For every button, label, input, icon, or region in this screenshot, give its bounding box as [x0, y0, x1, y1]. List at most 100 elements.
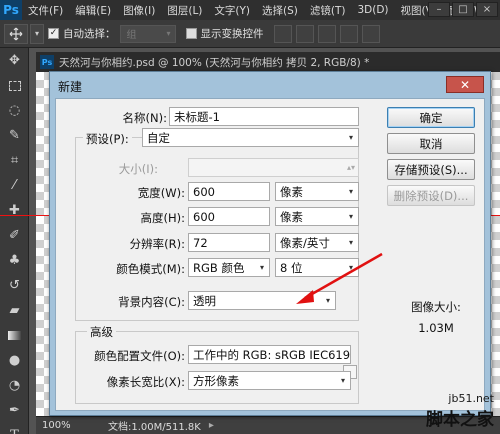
- lasso-tool-icon[interactable]: ◌: [0, 98, 29, 123]
- image-size-label: 图像大小:: [411, 300, 461, 314]
- move-tool-icon[interactable]: ✥: [0, 48, 29, 73]
- blur-tool-icon[interactable]: ●: [0, 348, 29, 373]
- save-preset-button[interactable]: 存储预设(S)...: [387, 159, 475, 180]
- menu-layer[interactable]: 图层(L): [161, 3, 208, 18]
- auto-select-target-value: 组: [126, 30, 137, 41]
- delete-preset-button[interactable]: 删除预设(D)...: [387, 185, 475, 206]
- gradient-tool-icon[interactable]: [0, 323, 29, 348]
- width-input[interactable]: 600: [188, 182, 270, 201]
- background-contents-label: 背景内容(C):: [118, 295, 185, 309]
- advanced-groupbox: [75, 331, 359, 404]
- color-mode-value: RGB 颜色: [193, 260, 245, 275]
- width-unit-dropdown[interactable]: 像素 ▾: [275, 182, 359, 201]
- auto-select-checkbox[interactable]: ✓: [48, 28, 59, 39]
- resolution-input[interactable]: 72: [188, 233, 270, 252]
- color-profile-label: 颜色配置文件(O):: [94, 349, 185, 363]
- menu-bar: Ps 文件(F) 编辑(E) 图像(I) 图层(L) 文字(Y) 选择(S) 滤…: [0, 0, 500, 20]
- new-document-dialog: 新建 ✕ 名称(N): 未标题-1 预设(P): 自定 ▾ 大小(I): ▴▾ …: [49, 71, 491, 416]
- dodge-tool-icon[interactable]: ◔: [0, 373, 29, 398]
- watermark-name: 脚本之家: [426, 410, 494, 430]
- height-unit-dropdown[interactable]: 像素 ▾: [275, 207, 359, 226]
- tool-panel: ✥ ◌ ✎ ⌗ ⁄ ✚ ✐ ♣ ↺ ▰ ● ◔ ✒ T: [0, 48, 29, 434]
- resolution-unit-value: 像素/英寸: [280, 235, 330, 250]
- align-left-icon[interactable]: [339, 24, 358, 43]
- color-profile-dropdown[interactable]: 工作中的 RGB: sRGB IEC619... ▾: [188, 345, 351, 364]
- type-tool-icon[interactable]: T: [0, 423, 29, 434]
- size-dropdown[interactable]: ▴▾: [188, 158, 359, 177]
- minimize-button[interactable]: –: [428, 2, 450, 17]
- show-transform-checkbox[interactable]: [185, 28, 197, 39]
- watermark-site: jb51.net: [448, 392, 494, 405]
- quick-select-tool-icon[interactable]: ✎: [0, 123, 29, 148]
- pixel-aspect-label: 像素长宽比(X):: [106, 375, 185, 389]
- height-unit-value: 像素: [280, 209, 303, 224]
- height-input[interactable]: 600: [188, 207, 270, 226]
- resolution-unit-dropdown[interactable]: 像素/英寸 ▾: [275, 233, 359, 252]
- crop-tool-icon[interactable]: ⌗: [0, 148, 29, 173]
- chevron-down-icon: ▾: [348, 133, 353, 142]
- menu-file[interactable]: 文件(F): [22, 3, 69, 18]
- healing-brush-tool-icon[interactable]: ✚: [0, 198, 29, 223]
- preset-label: 预设(P):: [83, 131, 132, 147]
- tool-preset-dropdown-arrow[interactable]: ▾: [30, 23, 44, 44]
- chevron-down-icon: ▾: [166, 29, 171, 38]
- document-ps-icon: Ps: [40, 55, 54, 69]
- dialog-close-button[interactable]: ✕: [446, 76, 484, 93]
- menu-image[interactable]: 图像(I): [117, 3, 161, 18]
- align-top-icon[interactable]: [273, 24, 292, 43]
- chevron-down-icon: ▾: [325, 296, 330, 305]
- height-label: 高度(H):: [140, 211, 186, 225]
- chevron-down-icon: ▾: [348, 212, 353, 221]
- chevron-down-icon: ▾: [348, 263, 353, 272]
- document-info: 文档:1.00M/511.8K: [108, 422, 201, 433]
- auto-select-label: 自动选择：: [63, 28, 116, 40]
- bit-depth-dropdown[interactable]: 8 位 ▾: [275, 258, 359, 277]
- chevron-down-icon: ▴▾: [346, 163, 356, 172]
- eraser-tool-icon[interactable]: ▰: [0, 298, 29, 323]
- watermark: jb51.net 脚本之家: [426, 392, 494, 430]
- move-tool-preset-button[interactable]: [4, 23, 28, 44]
- advanced-label: 高级: [87, 324, 116, 340]
- background-contents-value: 透明: [193, 293, 216, 308]
- status-menu-arrow-icon[interactable]: ▸: [209, 420, 214, 431]
- ok-button[interactable]: 确定: [387, 107, 475, 128]
- align-buttons: [273, 24, 384, 43]
- close-window-button[interactable]: ×: [476, 2, 498, 17]
- maximize-button[interactable]: □: [452, 2, 474, 17]
- menu-edit[interactable]: 编辑(E): [69, 3, 117, 18]
- document-title: 天然河与你相约.psd @ 100% (天然河与你相约 拷贝 2, RGB/8)…: [59, 56, 370, 69]
- auto-select-target-dropdown[interactable]: 组 ▾: [119, 24, 176, 43]
- background-contents-dropdown[interactable]: 透明 ▾: [188, 291, 336, 310]
- history-brush-tool-icon[interactable]: ↺: [0, 273, 29, 298]
- eyedropper-tool-icon[interactable]: ⁄: [0, 173, 29, 198]
- name-input[interactable]: 未标题-1: [169, 107, 359, 126]
- align-hcenter-icon[interactable]: [361, 24, 380, 43]
- menu-3d[interactable]: 3D(D): [351, 4, 394, 16]
- preset-value: 自定: [147, 130, 170, 145]
- chevron-down-icon: ▾: [348, 238, 353, 247]
- pen-tool-icon[interactable]: ✒: [0, 398, 29, 423]
- resolution-label: 分辨率(R):: [129, 237, 185, 251]
- window-controls: – □ ×: [426, 2, 498, 17]
- brush-tool-icon[interactable]: ✐: [0, 223, 29, 248]
- zoom-level[interactable]: 100%: [36, 420, 78, 431]
- image-size-value: 1.03M: [418, 321, 454, 335]
- align-vcenter-icon[interactable]: [295, 24, 314, 43]
- menu-type[interactable]: 文字(Y): [208, 3, 256, 18]
- bit-depth-value: 8 位: [280, 260, 303, 275]
- clone-stamp-tool-icon[interactable]: ♣: [0, 248, 29, 273]
- color-mode-label: 颜色模式(M):: [116, 262, 185, 276]
- marquee-tool-icon[interactable]: [0, 73, 29, 98]
- menu-select[interactable]: 选择(S): [256, 3, 304, 18]
- dialog-body: 名称(N): 未标题-1 预设(P): 自定 ▾ 大小(I): ▴▾ 宽度(W)…: [55, 98, 485, 411]
- document-tab[interactable]: Ps 天然河与你相约.psd @ 100% (天然河与你相约 拷贝 2, RGB…: [36, 52, 500, 72]
- pixel-aspect-dropdown[interactable]: 方形像素 ▾: [188, 371, 351, 390]
- cancel-button[interactable]: 取消: [387, 133, 475, 154]
- width-unit-value: 像素: [280, 184, 303, 199]
- menu-filter[interactable]: 滤镜(T): [304, 3, 352, 18]
- chevron-down-icon: ▾: [259, 263, 264, 272]
- preset-dropdown[interactable]: 自定 ▾: [142, 128, 359, 147]
- align-bottom-icon[interactable]: [317, 24, 336, 43]
- size-label: 大小(I):: [118, 162, 158, 176]
- color-mode-dropdown[interactable]: RGB 颜色 ▾: [188, 258, 270, 277]
